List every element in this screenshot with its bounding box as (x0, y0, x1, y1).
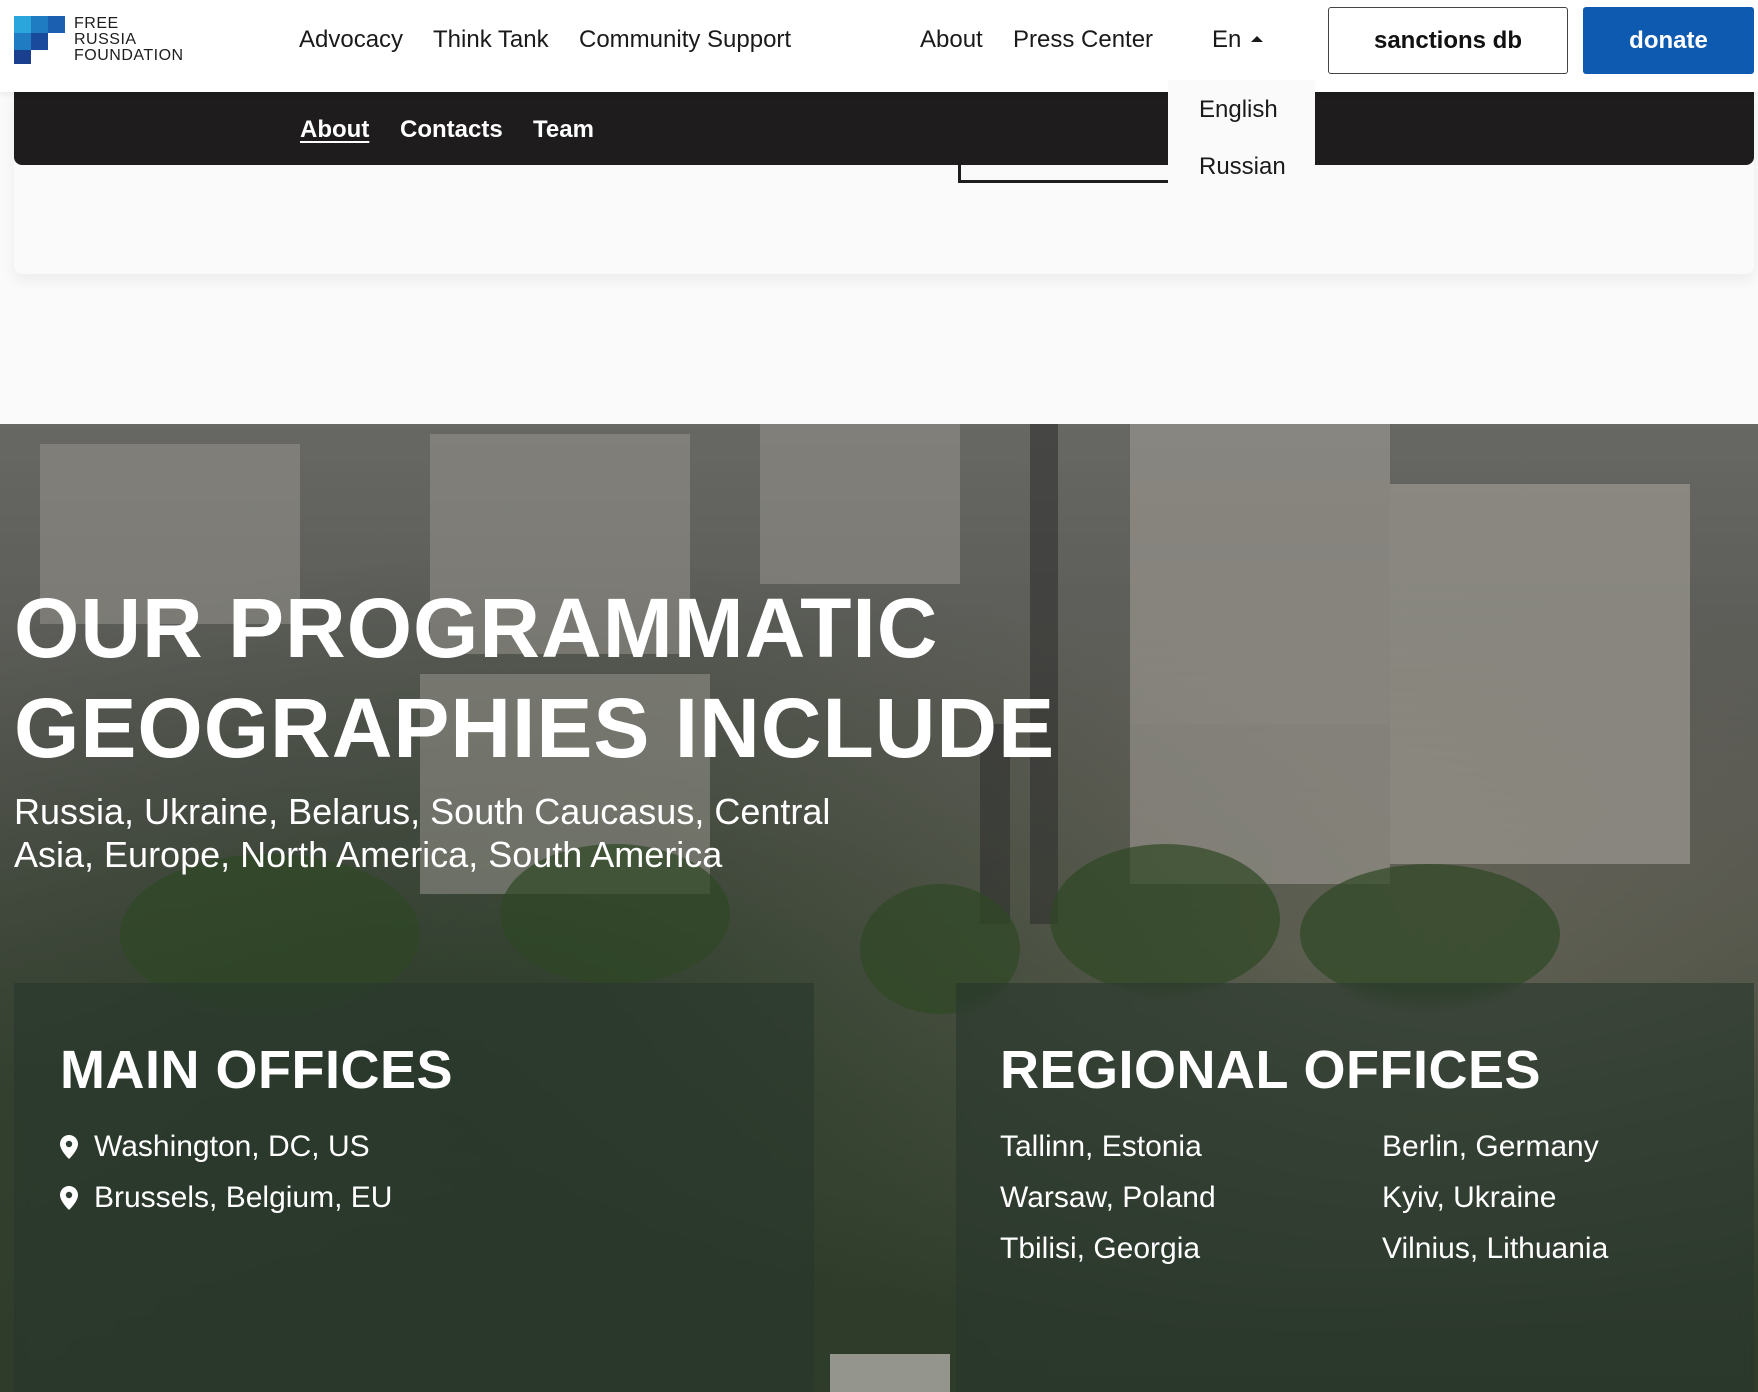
logo-text: FREE RUSSIA FOUNDATION (74, 15, 184, 64)
language-current: En (1212, 26, 1242, 53)
office-location: Brussels, Belgium, EU (60, 1181, 392, 1215)
regional-office-location: Tbilisi, Georgia (1000, 1232, 1201, 1265)
card-divider-line (958, 180, 1168, 183)
subnav-team[interactable]: Team (533, 116, 594, 144)
nav-think-tank[interactable]: Think Tank (433, 26, 549, 54)
hero-title: OUR PROGRAMMATIC GEOGRAPHIES INCLUDE (14, 581, 1056, 775)
main-offices-title: MAIN OFFICES (60, 1040, 453, 1100)
caret-up-icon (1251, 36, 1264, 42)
subnav-about[interactable]: About (300, 116, 369, 144)
site-header: FREE RUSSIA FOUNDATION Advocacy Think Ta… (0, 0, 1758, 92)
donate-button[interactable]: donate (1583, 7, 1754, 74)
regional-office-location: Berlin, Germany (1382, 1130, 1599, 1163)
sub-navigation: About Contacts Team (14, 92, 1754, 165)
office-location: Washington, DC, US (60, 1130, 370, 1164)
map-pin-icon (60, 1186, 78, 1210)
language-option-english[interactable]: English (1199, 96, 1278, 124)
map-pin-icon (60, 1135, 78, 1159)
language-option-russian[interactable]: Russian (1199, 153, 1286, 181)
language-dropdown: English Russian (1168, 80, 1315, 204)
regional-offices-panel: REGIONAL OFFICES Tallinn, Estonia Warsaw… (956, 983, 1754, 1392)
nav-advocacy[interactable]: Advocacy (299, 26, 403, 54)
sanctions-db-button[interactable]: sanctions db (1328, 7, 1568, 74)
regional-offices-title: REGIONAL OFFICES (1000, 1040, 1542, 1100)
regional-office-location: Warsaw, Poland (1000, 1181, 1216, 1214)
regional-office-location: Vilnius, Lithuania (1382, 1232, 1609, 1265)
hero-subtitle: Russia, Ukraine, Belarus, South Caucasus… (14, 791, 831, 875)
nav-press-center[interactable]: Press Center (1013, 26, 1153, 54)
nav-about[interactable]: About (920, 26, 983, 54)
regional-office-location: Kyiv, Ukraine (1382, 1181, 1557, 1214)
main-offices-panel: MAIN OFFICES Washington, DC, US Brussels… (14, 983, 814, 1392)
language-selector[interactable]: En (1212, 26, 1264, 54)
subnav-contacts[interactable]: Contacts (400, 116, 503, 144)
free-russia-logo[interactable]: FREE RUSSIA FOUNDATION (14, 16, 184, 64)
regional-office-location: Tallinn, Estonia (1000, 1130, 1202, 1163)
nav-community-support[interactable]: Community Support (579, 26, 791, 54)
logo-mark-icon (14, 16, 66, 64)
